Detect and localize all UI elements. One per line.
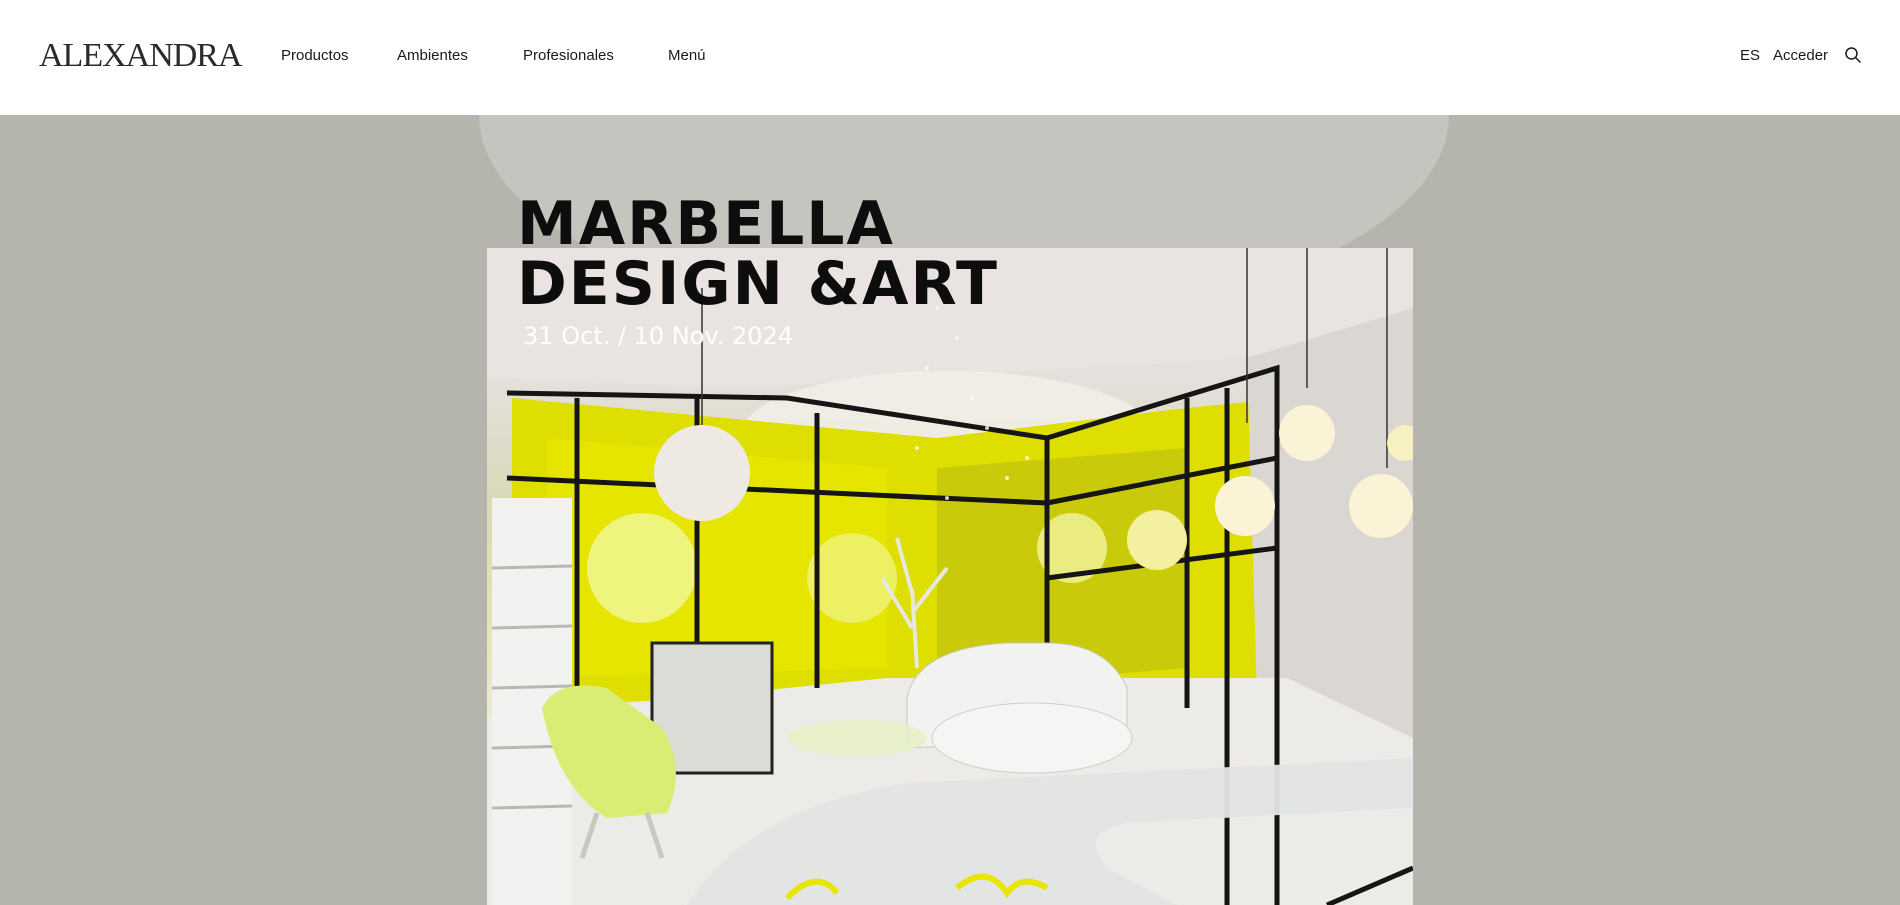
nav-item-productos[interactable]: Productos: [281, 47, 349, 64]
site-logo[interactable]: ALEXANDRA: [39, 37, 243, 75]
login-link[interactable]: Acceder: [1773, 47, 1828, 64]
hero-title: MARBELLA DESIGN &ART: [517, 189, 999, 319]
nav-item-profesionales[interactable]: Profesionales: [523, 47, 614, 64]
nav-item-menu[interactable]: Menú: [668, 47, 706, 64]
site-header: ALEXANDRA Productos Ambientes Profesiona…: [0, 0, 1900, 115]
language-selector[interactable]: ES: [1740, 47, 1760, 64]
nav-item-ambientes[interactable]: Ambientes: [397, 47, 468, 64]
hero-banner: MARBELLA DESIGN &ART 31 Oct. / 10 Nov. 2…: [0, 115, 1900, 905]
search-icon[interactable]: [1844, 46, 1862, 64]
hero-date: 31 Oct. / 10 Nov. 2024: [523, 322, 794, 350]
